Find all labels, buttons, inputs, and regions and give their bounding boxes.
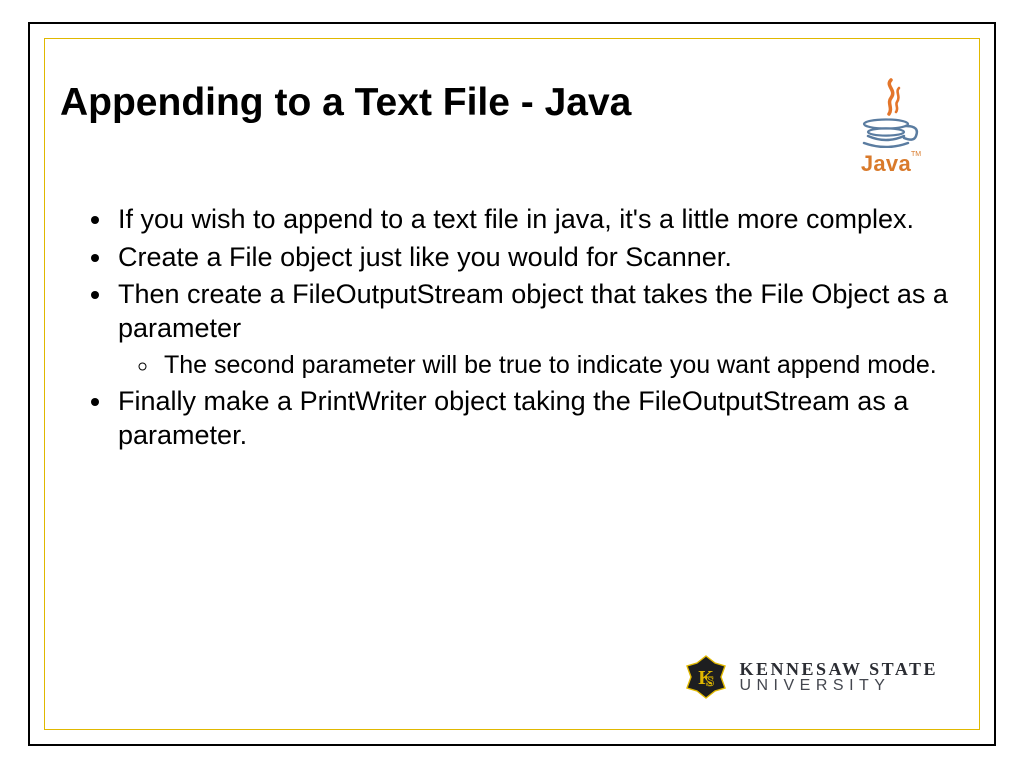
bullet-text: If you wish to append to a text file in … bbox=[118, 204, 914, 234]
bullet-text: Then create a FileOutputStream object th… bbox=[118, 279, 948, 343]
java-cup-icon bbox=[858, 118, 924, 148]
bullet-text: Finally make a PrintWriter object taking… bbox=[118, 386, 908, 450]
java-steam-icon bbox=[871, 78, 911, 116]
ksu-name-line1: KENNESAW STATE bbox=[739, 661, 938, 678]
list-item: Create a File object just like you would… bbox=[114, 241, 960, 275]
sub-bullet-list: The second parameter will be true to ind… bbox=[118, 350, 960, 381]
java-logo-text: JavaTM bbox=[846, 151, 936, 177]
list-item: Finally make a PrintWriter object taking… bbox=[114, 385, 960, 453]
svg-text:S: S bbox=[706, 674, 714, 690]
bullet-list: If you wish to append to a text file in … bbox=[84, 203, 960, 453]
ksu-emblem-icon: K S bbox=[683, 654, 729, 700]
slide-content: Appending to a Text File - Java JavaTM I… bbox=[54, 50, 970, 718]
ksu-logo: K S KENNESAW STATE UNIVERSITY bbox=[683, 654, 938, 700]
java-logo-label: Java bbox=[861, 151, 911, 176]
bullet-text: The second parameter will be true to ind… bbox=[164, 351, 937, 379]
list-item: If you wish to append to a text file in … bbox=[114, 203, 960, 237]
bullet-text: Create a File object just like you would… bbox=[118, 242, 732, 272]
java-tm: TM bbox=[911, 151, 921, 158]
list-item: The second parameter will be true to ind… bbox=[160, 350, 960, 381]
ksu-text: KENNESAW STATE UNIVERSITY bbox=[739, 661, 938, 693]
list-item: Then create a FileOutputStream object th… bbox=[114, 278, 960, 381]
java-logo: JavaTM bbox=[846, 78, 936, 177]
ksu-name-line2: UNIVERSITY bbox=[739, 678, 938, 693]
slide-title: Appending to a Text File - Java bbox=[60, 82, 970, 125]
